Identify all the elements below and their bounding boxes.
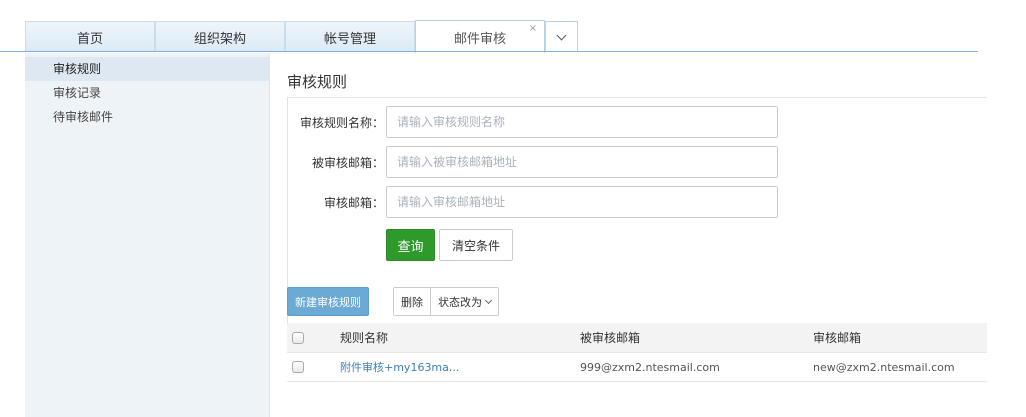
search-button[interactable]: 查询	[386, 229, 435, 261]
sidebar-item-audit-records[interactable]: 审核记录	[25, 81, 269, 105]
tab-organization[interactable]: 组织架构	[155, 21, 285, 52]
filter-row-auditor-mailbox: 审核邮箱：	[288, 186, 778, 218]
source-mailbox-label: 被审核邮箱：	[311, 155, 384, 170]
delete-button-label: 删除	[401, 295, 423, 309]
table-row: 附件审核+my163ma... 999@zxm2.ntesmail.com ne…	[287, 353, 987, 382]
page-title: 审核规则	[287, 73, 348, 91]
tab-account-management-label: 帐号管理	[323, 31, 376, 47]
header-source-mailbox: 被审核邮箱	[580, 331, 641, 345]
sidebar: 审核规则 审核记录 待审核邮件	[25, 53, 270, 417]
chevron-down-icon	[556, 30, 567, 40]
rules-table: 规则名称 被审核邮箱 审核邮箱 附件审核+my163ma... 999@zxm2…	[287, 323, 987, 382]
select-all-checkbox[interactable]	[292, 331, 304, 344]
sidebar-item-pending-mail[interactable]: 待审核邮件	[25, 105, 269, 129]
tab-mail-audit[interactable]: 邮件审核 ×	[415, 20, 545, 53]
header-rule-name: 规则名称	[340, 331, 389, 345]
close-icon[interactable]: ×	[529, 24, 537, 34]
filter-row-source-mailbox: 被审核邮箱：	[288, 146, 778, 178]
tab-home[interactable]: 首页	[25, 21, 155, 52]
row-source-mailbox: 999@zxm2.ntesmail.com	[580, 360, 720, 374]
rule-name-link[interactable]: 附件审核+my163ma...	[340, 353, 459, 381]
tab-home-label: 首页	[76, 31, 103, 47]
clear-conditions-button[interactable]: 清空条件	[439, 229, 513, 261]
auditor-mailbox-label: 审核邮箱：	[323, 195, 384, 210]
change-status-button[interactable]: 状态改为	[430, 288, 498, 315]
auditor-mailbox-input[interactable]	[386, 186, 778, 218]
tab-more-button[interactable]	[545, 21, 578, 52]
top-tab-bar: 首页 组织架构 帐号管理 邮件审核 ×	[0, 0, 1026, 53]
change-status-label: 状态改为	[438, 295, 482, 309]
rule-name-label: 审核规则名称：	[299, 115, 384, 130]
main-content: 审核规则 审核规则名称： 被审核邮箱： 审核邮箱： 查询 清空条件 新建审核规则…	[287, 53, 1026, 417]
rule-name-input[interactable]	[386, 106, 778, 138]
delete-button[interactable]: 删除	[394, 288, 430, 315]
source-mailbox-input[interactable]	[386, 146, 778, 178]
tab-account-management[interactable]: 帐号管理	[285, 21, 415, 52]
chevron-down-icon	[484, 296, 493, 304]
row-checkbox[interactable]	[292, 361, 304, 373]
tab-mail-audit-label: 邮件审核	[453, 31, 506, 47]
new-audit-rule-button[interactable]: 新建审核规则	[287, 287, 369, 316]
filter-panel: 审核规则名称： 被审核邮箱： 审核邮箱：	[287, 97, 987, 332]
sidebar-item-audit-rules[interactable]: 审核规则	[25, 57, 269, 81]
table-header-row: 规则名称 被审核邮箱 审核邮箱	[287, 323, 987, 353]
tab-bar-divider	[0, 51, 978, 52]
bulk-action-group: 删除 状态改为	[393, 287, 499, 316]
tab-organization-label: 组织架构	[193, 31, 246, 47]
header-auditor-mailbox: 审核邮箱	[813, 331, 862, 345]
row-auditor-mailbox: new@zxm2.ntesmail.com	[813, 360, 955, 374]
filter-row-rule-name: 审核规则名称：	[288, 106, 778, 138]
